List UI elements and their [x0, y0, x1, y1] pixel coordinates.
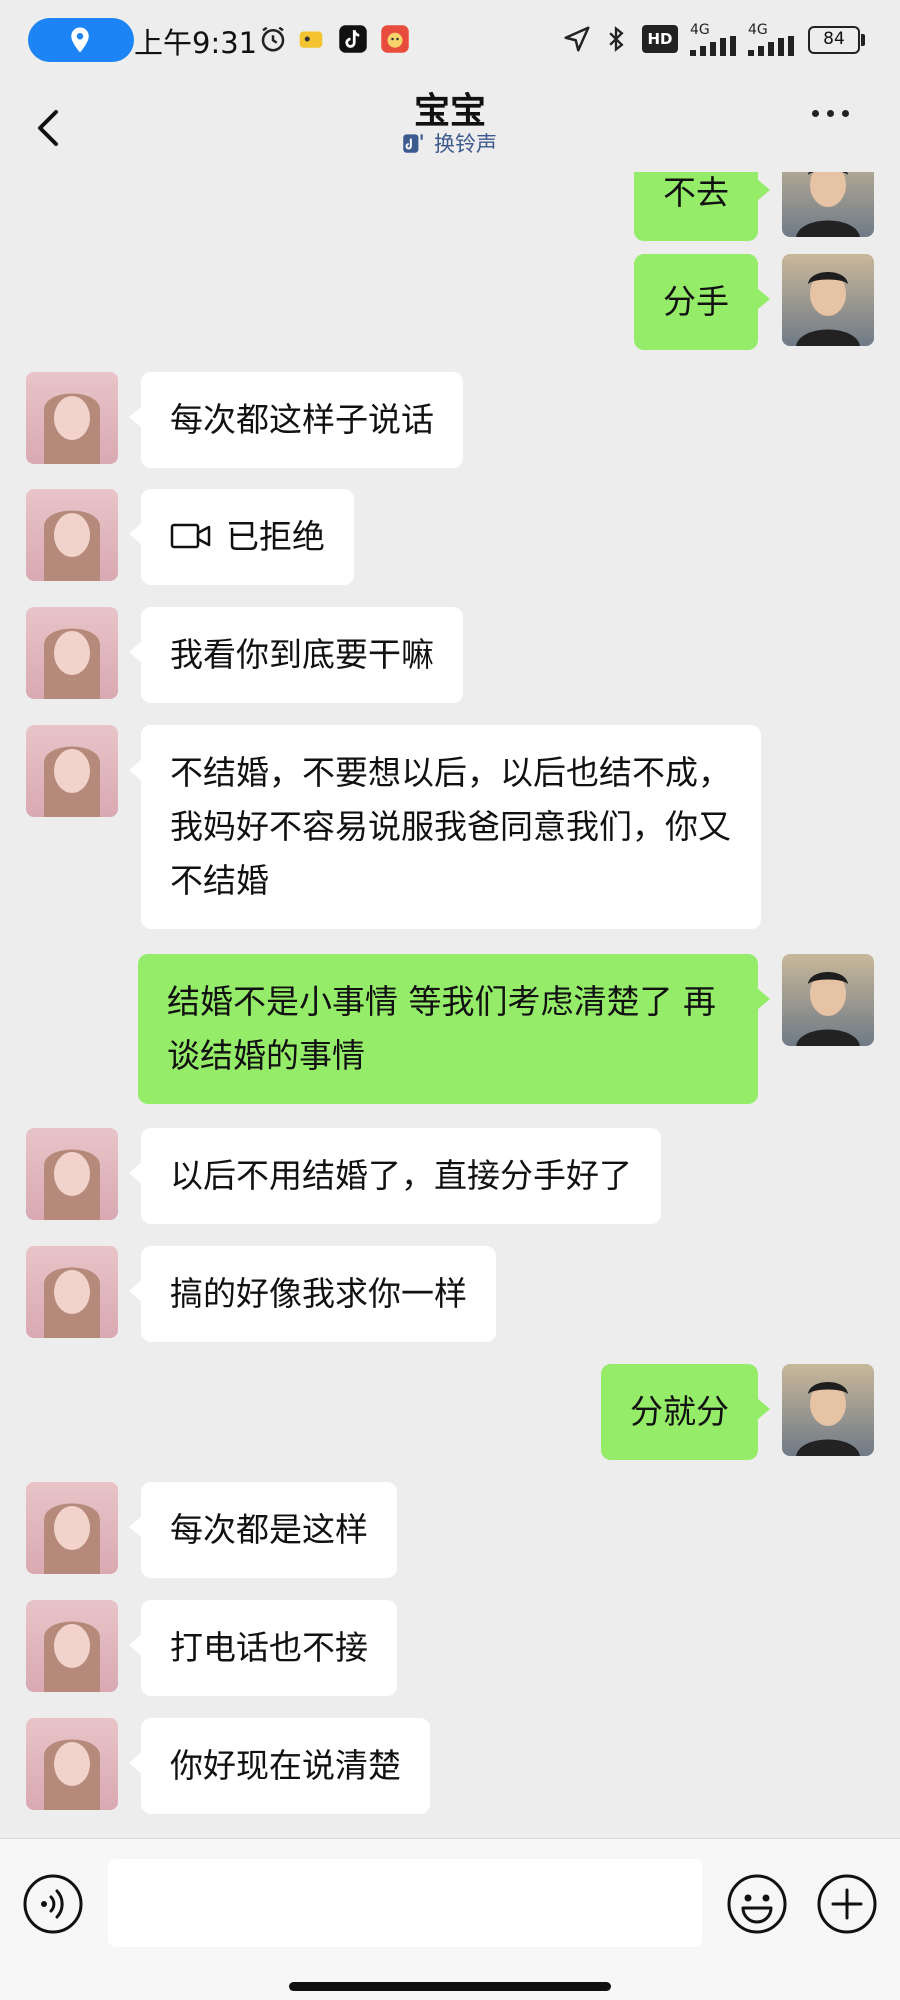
incoming-message-bubble[interactable]: 你好现在说清楚 — [129, 1718, 430, 1814]
incoming-message-bubble[interactable]: 每次都是这样 — [129, 1482, 397, 1578]
outgoing-message-bubble[interactable]: 不去 — [634, 172, 770, 241]
contact-avatar[interactable] — [26, 725, 118, 817]
location-sharing-pill[interactable] — [28, 18, 134, 62]
contact-avatar[interactable] — [26, 607, 118, 699]
status-time: 上午9:31 — [134, 26, 258, 60]
voice-input-icon[interactable] — [22, 1873, 84, 1935]
incoming-message-bubble[interactable]: 以后不用结婚了，直接分手好了 — [129, 1128, 661, 1224]
battery-icon: 84 — [808, 26, 860, 54]
more-dot — [842, 110, 849, 117]
my-avatar[interactable] — [782, 254, 874, 346]
status-bar: 上午9:31 HD 4G 4G 84 — [0, 0, 900, 80]
more-options-button[interactable] — [812, 110, 849, 117]
contact-avatar[interactable] — [26, 489, 118, 581]
app-notification-icon — [299, 31, 323, 48]
contact-avatar[interactable] — [26, 372, 118, 464]
message-input[interactable] — [108, 1859, 702, 1947]
outgoing-message-bubble[interactable]: 结婚不是小事情 等我们考虑清楚了 再谈结婚的事情 — [138, 954, 770, 1104]
contact-avatar[interactable] — [26, 1600, 118, 1692]
bluetooth-icon — [609, 26, 624, 52]
hd-voice-badge: HD — [642, 25, 678, 53]
contact-avatar[interactable] — [26, 1246, 118, 1338]
ringtone-label: 换铃声 — [434, 132, 497, 156]
contact-avatar[interactable] — [26, 1718, 118, 1810]
chat-title: 宝宝 — [413, 91, 486, 132]
chat-header: 宝宝 换铃声 — [0, 80, 900, 172]
input-bar — [0, 1838, 900, 2000]
signal-strength-icon — [748, 36, 794, 56]
call-status-text: 已拒绝 — [226, 517, 325, 556]
tiktok-icon — [339, 25, 367, 53]
video-call-record-bubble[interactable]: 已拒绝 — [129, 489, 354, 585]
ringtone-icon — [403, 134, 423, 153]
plus-icon[interactable] — [816, 1873, 878, 1935]
navigation-arrow-icon — [564, 26, 590, 52]
outgoing-message-bubble[interactable]: 分就分 — [601, 1364, 770, 1460]
ringtone-link[interactable]: 换铃声 — [400, 128, 497, 158]
my-avatar[interactable] — [782, 954, 874, 1046]
home-indicator[interactable] — [289, 1982, 611, 1991]
contact-avatar[interactable] — [26, 1128, 118, 1220]
outgoing-message-bubble[interactable]: 分手 — [634, 254, 770, 350]
my-avatar[interactable] — [782, 1364, 874, 1456]
incoming-message-bubble[interactable]: 不结婚，不要想以后，以后也结不成，我妈好不容易说服我爸同意我们，你又不结婚 — [129, 725, 761, 929]
incoming-message-bubble[interactable]: 我看你到底要干嘛 — [129, 607, 463, 703]
signal-strength-icon — [690, 36, 736, 56]
game-app-icon — [381, 25, 409, 53]
contact-avatar[interactable] — [26, 1482, 118, 1574]
alarm-icon — [261, 26, 285, 52]
video-call-icon — [170, 523, 211, 548]
emoji-icon[interactable] — [726, 1873, 788, 1935]
message-list[interactable]: 不去 分手 每次都这样子说话 已拒绝 我看你到底要干嘛 不结婚，不要想以后，以后… — [0, 172, 900, 1838]
my-avatar[interactable] — [782, 172, 874, 237]
incoming-message-bubble[interactable]: 打电话也不接 — [129, 1600, 397, 1696]
battery-tip — [861, 34, 865, 46]
incoming-message-bubble[interactable]: 每次都这样子说话 — [129, 372, 463, 468]
more-dot — [812, 110, 819, 117]
more-dot — [827, 110, 834, 117]
incoming-message-bubble[interactable]: 搞的好像我求你一样 — [129, 1246, 496, 1342]
location-pin-icon — [71, 27, 89, 53]
